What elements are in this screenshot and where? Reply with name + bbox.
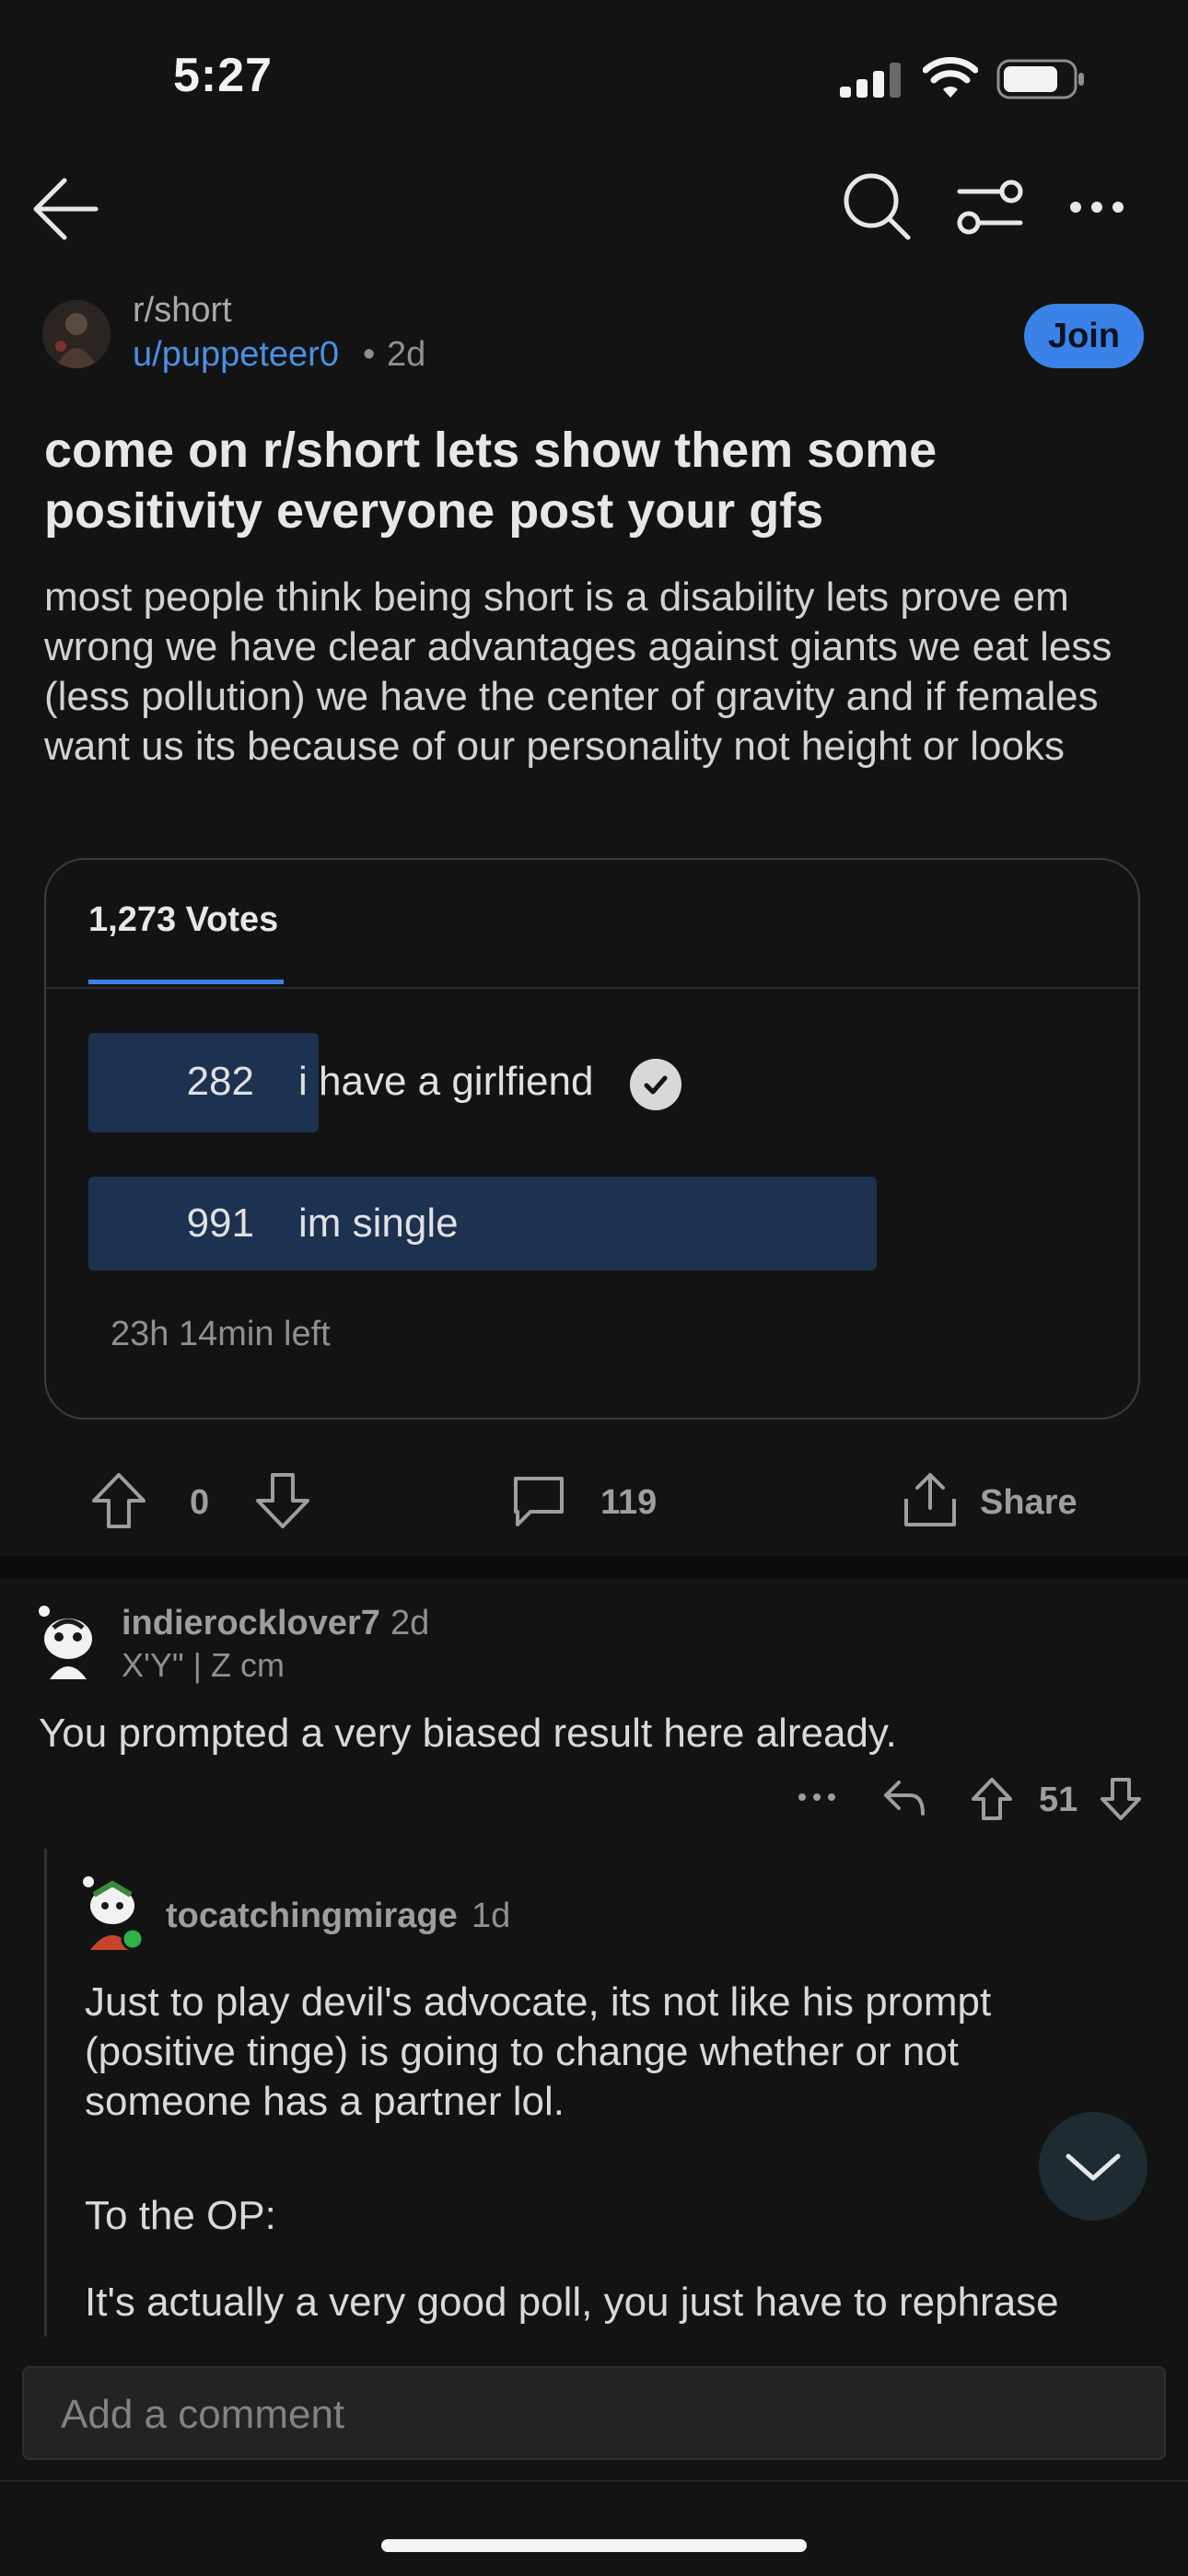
- poll-option-label: im single: [298, 1201, 459, 1246]
- section-separator: [0, 1556, 1188, 1578]
- scroll-down-button[interactable]: [1039, 2112, 1147, 2221]
- comment-age: 1d: [472, 1897, 511, 1935]
- share-button[interactable]: Share: [980, 1483, 1077, 1523]
- comment-text: You prompted a very biased result here a…: [39, 1711, 897, 1756]
- comment-upvote-button[interactable]: [971, 1777, 1013, 1821]
- comment-username[interactable]: tocatchingmirage: [166, 1897, 458, 1936]
- comment-age: 2d: [390, 1604, 430, 1642]
- user-flair: X'Y" | Z cm: [122, 1646, 285, 1684]
- poll-tab-indicator: [88, 980, 284, 984]
- arrow-left-icon: [33, 178, 99, 240]
- poll-option-label: i have a girlfiend: [298, 1059, 594, 1104]
- comment-input[interactable]: Add a comment: [22, 2366, 1166, 2460]
- battery-icon: [996, 59, 1087, 99]
- search-icon: [844, 173, 911, 240]
- poll-option-count: 282: [186, 1059, 254, 1104]
- comment-paragraph: To the OP:: [85, 2193, 276, 2238]
- subreddit-avatar[interactable]: [42, 300, 111, 368]
- reply-button[interactable]: [882, 1777, 926, 1817]
- comment-body: Just to play devil's advocate, its not l…: [85, 1978, 1135, 2335]
- back-button[interactable]: [31, 175, 99, 243]
- wifi-icon: [923, 57, 978, 99]
- comment-more-button[interactable]: [798, 1792, 836, 1803]
- commenter-avatar[interactable]: [81, 1874, 146, 1950]
- checkmark-icon: [630, 1059, 681, 1110]
- subreddit-name[interactable]: r/short: [133, 291, 232, 331]
- downvote-icon: [256, 1473, 309, 1528]
- reply-icon: [884, 1781, 925, 1816]
- bottom-bar: [0, 2480, 1188, 2576]
- upvote-button[interactable]: [90, 1471, 147, 1530]
- comments-button[interactable]: [510, 1473, 567, 1530]
- join-button[interactable]: Join: [1024, 304, 1144, 368]
- post-title: come on r/short lets show them some posi…: [44, 423, 938, 539]
- poll-time-left: 23h 14min left: [111, 1315, 331, 1353]
- downvote-icon: [1101, 1778, 1141, 1820]
- comment-score: 51: [1039, 1781, 1078, 1819]
- comment-icon: [514, 1477, 564, 1526]
- more-button[interactable]: [1068, 199, 1125, 215]
- post-author[interactable]: u/puppeteer0: [133, 335, 339, 375]
- sort-button[interactable]: [956, 179, 1024, 236]
- share-icon[interactable]: [903, 1471, 958, 1528]
- poll-divider: [46, 987, 1138, 989]
- meta-separator: •: [363, 335, 376, 374]
- downvote-button[interactable]: [254, 1471, 311, 1530]
- poll-votes-tab[interactable]: 1,273 Votes: [88, 900, 278, 940]
- chevron-down-icon: [1066, 2153, 1121, 2181]
- comment-username[interactable]: indierocklover7: [122, 1604, 380, 1643]
- sort-icon: [957, 180, 1023, 235]
- upvote-icon: [972, 1778, 1012, 1820]
- comment-paragraph: Just to play devil's advocate, its not l…: [85, 1979, 992, 2124]
- upvote-icon: [92, 1473, 146, 1528]
- post-age: 2d: [387, 335, 426, 374]
- commenter-avatar[interactable]: [31, 1604, 103, 1679]
- comment-paragraph: It's actually a very good poll, you just…: [85, 2280, 1059, 2335]
- comment-count[interactable]: 119: [600, 1483, 657, 1523]
- comment-downvote-button[interactable]: [1100, 1777, 1142, 1821]
- more-horizontal-icon: [798, 1793, 835, 1801]
- poll-option-count: 991: [186, 1201, 254, 1246]
- more-horizontal-icon: [1070, 202, 1124, 213]
- post-body: most people think being short is a disab…: [44, 574, 1112, 769]
- comment-input-placeholder: Add a comment: [61, 2392, 345, 2437]
- post-score: 0: [190, 1483, 210, 1522]
- status-time: 5:27: [173, 49, 274, 102]
- home-indicator[interactable]: [381, 2539, 807, 2552]
- signal-icon: [840, 61, 903, 98]
- thread-line[interactable]: [44, 1849, 47, 2337]
- search-button[interactable]: [842, 171, 912, 241]
